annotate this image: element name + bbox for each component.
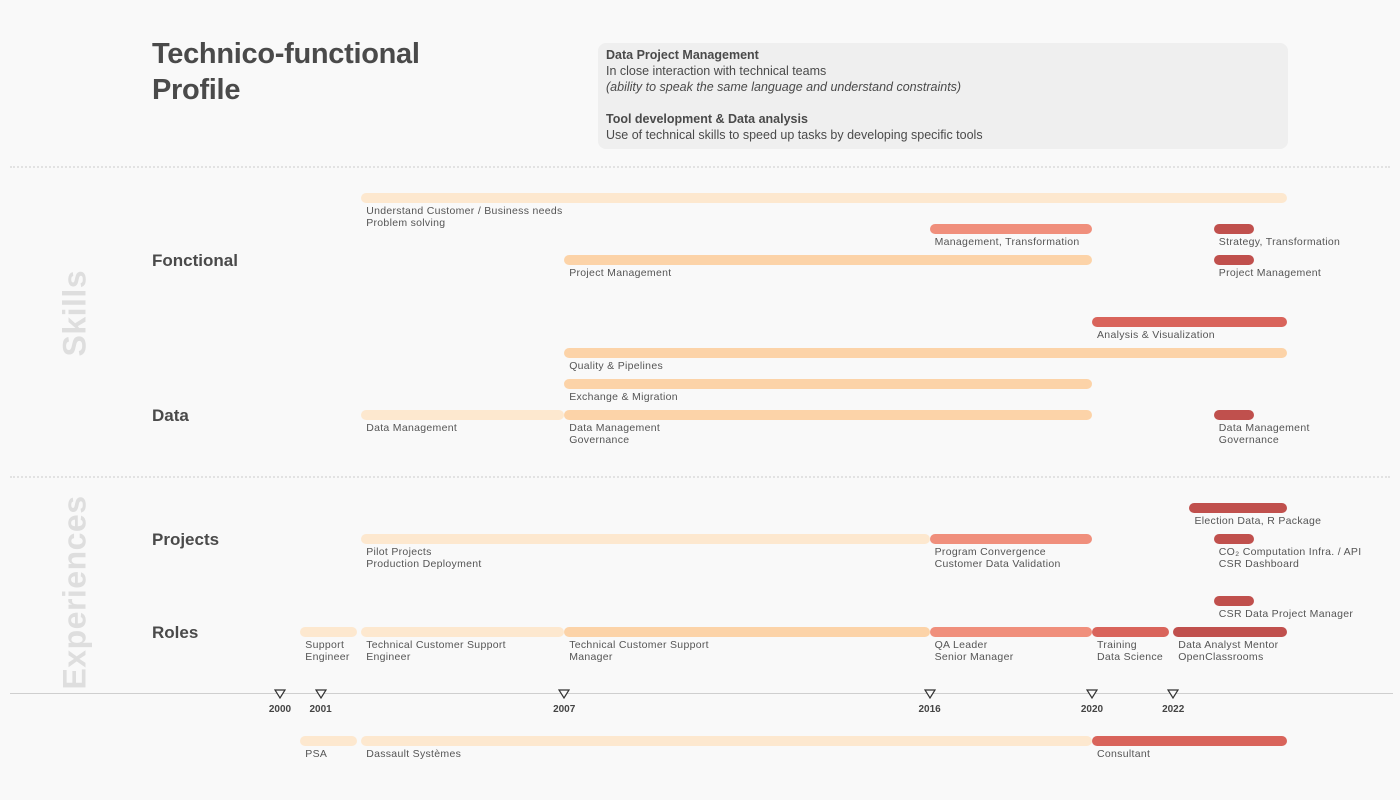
timeline-bar-fonctional [1213,255,1255,265]
tick-label-2007: 2007 [553,704,576,715]
category-data: Data [152,406,189,425]
tick-label-2001: 2001 [309,704,332,715]
timeline-bar-label: Data Management Governance [569,422,661,446]
timeline-bar-label: Consultant [1097,748,1151,760]
tick-label-2016: 2016 [918,704,941,715]
summary-heading-data-project: Data Project Management [606,48,759,62]
tick-label-2022: 2022 [1162,704,1185,715]
summary-heading-tool-dev: Tool development & Data analysis [606,112,808,126]
section-label-skills: Skills [56,269,93,357]
timeline-bar-label: Dassault Systèmes [366,748,462,760]
timeline-bar-label: Data Analyst Mentor OpenClassrooms [1178,639,1279,663]
category-projects: Projects [152,530,220,549]
timeline-bar-label: Strategy, Transformation [1218,236,1341,248]
separator-top [10,166,1390,168]
timeline-bar-roles [929,627,1092,637]
page-title: Technico-functional Profile [152,36,512,108]
timeline-bar-label: Project Management [569,267,672,279]
timeline-bar-roles [1173,627,1287,637]
timeline-bar-projects [1213,534,1255,544]
separator-middle [10,476,1390,478]
timeline-bar-label: Project Management [1218,267,1322,279]
timeline-bar-companies [1092,736,1287,746]
timeline-bar-label: Management, Transformation [934,236,1080,248]
timeline-bar-data [564,410,1092,420]
timeline-bar-roles [300,627,358,637]
timeline-bar-label: Program Convergence Customer Data Validat… [934,546,1061,570]
timeline-bar-companies [361,736,1092,746]
timeline-bar-label: PSA [305,748,328,760]
timeline-bar-label: CSR Data Project Manager [1218,608,1354,620]
timeline-bar-data [1092,317,1287,327]
timeline-bar-fonctional [564,255,1092,265]
timeline-bar-label: Exchange & Migration [569,391,678,403]
timeline-bar-fonctional [929,224,1092,234]
timeline-bar-roles [1213,596,1255,606]
timeline-bar-label: Technical Customer Support Engineer [366,639,506,663]
timeline-bar-projects [1189,503,1287,513]
timeline-bar-companies [300,736,358,746]
timeline-bar-label: Understand Customer / Business needs Prob… [366,205,563,229]
timeline-bar-label: Analysis & Visualization [1097,329,1215,341]
summary-line-interaction: In close interaction with technical team… [606,64,827,78]
timeline-bar-label: Election Data, R Package [1194,515,1322,527]
timeline-bar-label: Data Management [366,422,458,434]
summary-line-ability: (ability to speak the same language and … [606,80,962,94]
timeline-bar-fonctional [1213,224,1255,234]
timeline-bar-label: Data Management Governance [1218,422,1310,446]
timeline-bar-roles [564,627,930,637]
timeline-bar-roles [1092,627,1170,637]
timeline-bar-label: Technical Customer Support Manager [569,639,709,663]
timeline-bar-data [361,410,565,420]
timeline-bar-data [564,379,1092,389]
section-label-experiences: Experiences [56,495,93,690]
timeline-bar-label: Support Engineer [305,639,350,663]
timeline-bar-label: CO₂ Computation Infra. / API CSR Dashboar… [1218,546,1362,570]
timeline-bar-data [1213,410,1255,420]
tick-label-2000: 2000 [268,704,292,715]
timeline-bar-label: Quality & Pipelines [569,360,664,372]
category-fonctional: Fonctional [152,251,238,270]
timeline-bar-label: QA Leader Senior Manager [934,639,1014,663]
summary-line-tools: Use of technical skills to speed up task… [606,128,983,142]
profile-summary-box: Data Project Management In close interac… [598,43,1288,149]
timeline-axis [10,693,1393,694]
timeline-bar-label: Training Data Science [1097,639,1164,663]
page-title-line2: Profile [152,74,241,106]
timeline-bar-projects [361,534,930,544]
timeline-bar-fonctional [361,193,1287,203]
timeline-bar-data [564,348,1287,358]
page-title-line1: Technico-functional [152,38,420,70]
tick-label-2020: 2020 [1080,704,1104,715]
timeline-bar-projects [929,534,1092,544]
category-roles: Roles [152,623,199,642]
timeline-bar-roles [361,627,565,637]
timeline-bar-label: Pilot Projects Production Deployment [366,546,482,570]
